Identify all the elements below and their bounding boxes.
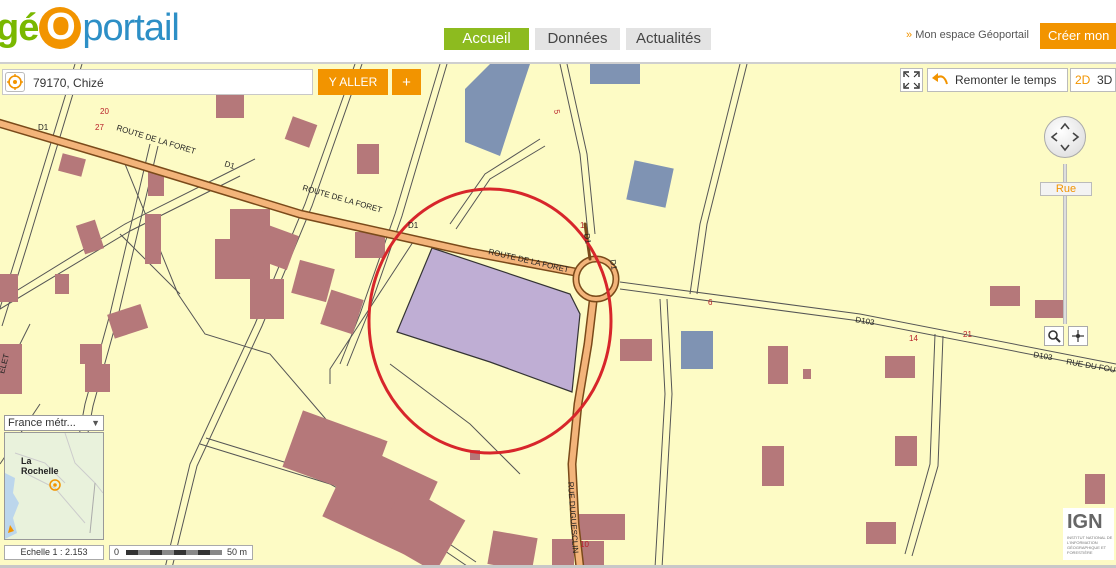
pan-select-icon (1072, 330, 1084, 342)
ign-logo-text: IGN (1067, 511, 1103, 533)
zoom-select-icon (1048, 330, 1061, 343)
address-number: 6 (708, 298, 713, 307)
remonter-le-temps-button[interactable]: Remonter le temps (927, 68, 1068, 92)
mode-2d-button[interactable]: 2D (1075, 69, 1090, 91)
scale-zero-label: 0 (114, 547, 120, 557)
address-number: 27 (95, 123, 104, 132)
tab-accueil[interactable]: Accueil (444, 28, 529, 50)
scale-bar: 0 50 m (109, 545, 253, 560)
overview-minimap[interactable]: La Rochelle (4, 432, 104, 540)
fullscreen-button[interactable] (900, 68, 923, 92)
geoportail-logo[interactable]: gé Oportail (0, 0, 180, 56)
view-mode-toggle: 2D 3D (1070, 68, 1116, 92)
search-input[interactable] (31, 72, 310, 94)
road-label: D1 (582, 233, 593, 245)
pan-select-button[interactable] (1068, 326, 1088, 346)
header: gé Oportail Accueil Données Actualités » … (0, 0, 1116, 64)
zoom-select-button[interactable] (1044, 326, 1064, 346)
mon-espace-link[interactable]: » Mon espace Géoportail (906, 29, 1029, 41)
mon-espace-label: Mon espace Géoportail (915, 29, 1029, 41)
road-label: ROUTE DE LA FORET (301, 183, 383, 214)
undo-arrow-icon (932, 73, 948, 85)
minimap-canvas: La Rochelle (5, 433, 103, 539)
plus-button[interactable]: + (392, 69, 421, 95)
scale-ratio: Echelle 1 : 2.153 (4, 545, 104, 560)
mode-3d-button[interactable]: 3D (1097, 69, 1112, 91)
minimap-city-label: Rochelle (21, 466, 59, 476)
road-label: D103 (855, 315, 876, 327)
y-aller-button[interactable]: Y ALLER (318, 69, 388, 95)
map-canvas: ROUTE DE LA FORET ROUTE DE LA FORET ROUT… (0, 64, 1116, 568)
search-bar (2, 69, 313, 95)
remonter-label: Remonter le temps (955, 73, 1057, 87)
tab-actualites[interactable]: Actualités (626, 28, 711, 50)
address-number: 21 (963, 330, 972, 339)
fullscreen-icon (903, 71, 920, 89)
address-number: 1 (580, 221, 585, 230)
locate-icon (7, 74, 23, 90)
address-number: 10 (580, 540, 589, 549)
minimap-city-label: La (21, 456, 32, 466)
map-view[interactable]: ROUTE DE LA FORET ROUTE DE LA FORET ROUT… (0, 64, 1116, 568)
ign-caption: INSTITUT NATIONAL DE L'INFORMATION GÉOGR… (1067, 535, 1113, 555)
compass-pan-control[interactable] (1044, 116, 1086, 158)
address-number: 5 (552, 109, 562, 115)
territory-select-value: France métr... (8, 417, 76, 429)
scale-distance-label: 50 m (227, 547, 248, 557)
address-number: 14 (909, 334, 918, 343)
creer-compte-button[interactable]: Créer mon (1039, 23, 1116, 49)
tab-donnees[interactable]: Données (535, 28, 620, 50)
address-number: 20 (100, 107, 109, 116)
road-label: D1 (408, 221, 419, 230)
chevron-right-icon: » (906, 29, 913, 41)
zoom-level-label[interactable]: Rue (1040, 182, 1092, 196)
road-label: ROUTE DE LA FORET (115, 123, 196, 156)
compass-icon (1050, 122, 1080, 152)
ign-logo[interactable]: IGN INSTITUT NATIONAL DE L'INFORMATION G… (1063, 508, 1114, 560)
dropdown-arrow-icon: ▼ (91, 418, 100, 428)
locate-button[interactable] (5, 72, 25, 92)
road-label: D1 (38, 123, 49, 132)
road-label: D103 (1033, 350, 1054, 362)
territory-select[interactable]: France métr... ▼ (4, 415, 104, 431)
scale-bar-graphic (126, 550, 222, 555)
road-label: RUE DU FOU (1066, 357, 1116, 375)
